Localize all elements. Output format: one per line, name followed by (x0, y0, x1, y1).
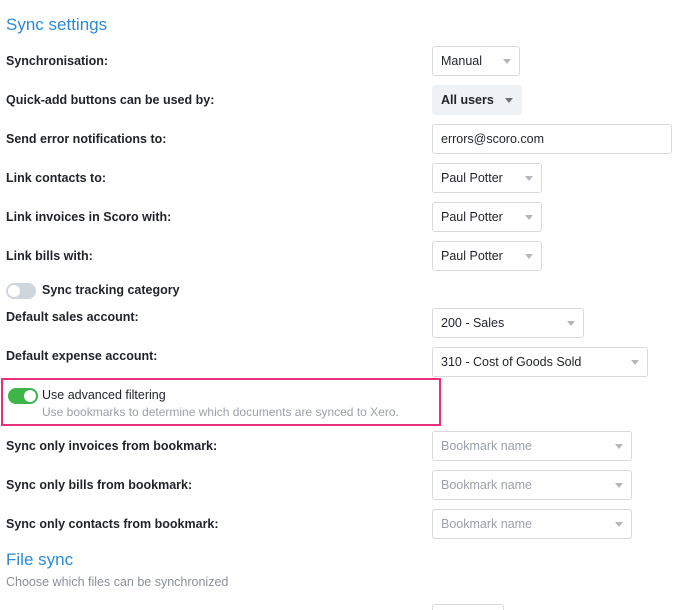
contacts-bookmark-placeholder: Bookmark name (441, 517, 533, 531)
default-expense-value: 310 - Cost of Goods Sold (441, 355, 582, 369)
invoices-bookmark-label: Sync only invoices from bookmark: (6, 439, 218, 453)
toggle-knob (8, 285, 20, 297)
chevron-down-icon (615, 522, 623, 527)
bills-bookmark-label: Sync only bills from bookmark: (6, 478, 193, 492)
chevron-down-icon (525, 176, 533, 181)
chevron-down-icon (567, 321, 575, 326)
link-invoices-value: Paul Potter (441, 210, 503, 224)
error-notifications-label: Send error notifications to: (6, 132, 167, 146)
default-sales-value: 200 - Sales (441, 316, 505, 330)
quick-add-value: All users (441, 93, 494, 107)
chevron-down-icon (525, 254, 533, 259)
chevron-down-icon (505, 98, 513, 103)
default-expense-label: Default expense account: (6, 349, 158, 363)
chevron-down-icon (631, 360, 639, 365)
contacts-bookmark-label: Sync only contacts from bookmark: (6, 517, 219, 531)
link-bills-label: Link bills with: (6, 249, 93, 263)
link-contacts-label: Link contacts to: (6, 171, 107, 185)
quick-add-select[interactable]: All users (432, 85, 522, 115)
advanced-filtering-toggle[interactable] (8, 388, 38, 404)
invoices-bookmark-placeholder: Bookmark name (441, 439, 533, 453)
link-bills-select[interactable]: Paul Potter (432, 241, 542, 271)
link-invoices-label: Link invoices in Scoro with: (6, 210, 172, 224)
sync-tracking-toggle[interactable] (6, 283, 36, 299)
invoices-bookmark-select[interactable]: Bookmark name (432, 431, 632, 461)
section-title-file-sync: File sync (6, 550, 74, 569)
error-notifications-input[interactable]: errors@scoro.com (432, 124, 672, 154)
advanced-filtering-label: Use advanced filtering (42, 388, 166, 402)
chevron-down-icon (525, 215, 533, 220)
quick-add-label: Quick-add buttons can be used by: (6, 93, 215, 107)
link-contacts-value: Paul Potter (441, 171, 503, 185)
synchronisation-label: Synchronisation: (6, 54, 109, 68)
default-sales-select[interactable]: 200 - Sales (432, 308, 584, 338)
default-sales-label: Default sales account: (6, 310, 139, 324)
file-sync-subtitle: Choose which files can be synchronized (6, 575, 229, 589)
link-invoices-select[interactable]: Paul Potter (432, 202, 542, 232)
bills-bookmark-select[interactable]: Bookmark name (432, 470, 632, 500)
toggle-knob (24, 390, 36, 402)
link-bills-value: Paul Potter (441, 249, 503, 263)
file-sync-select-partial[interactable] (432, 604, 504, 610)
default-expense-select[interactable]: 310 - Cost of Goods Sold (432, 347, 648, 377)
link-contacts-select[interactable]: Paul Potter (432, 163, 542, 193)
chevron-down-icon (503, 59, 511, 64)
synchronisation-value: Manual (441, 54, 482, 68)
bills-bookmark-placeholder: Bookmark name (441, 478, 533, 492)
advanced-filtering-description: Use bookmarks to determine which documen… (42, 405, 399, 419)
chevron-down-icon (615, 444, 623, 449)
section-title-sync-settings: Sync settings (6, 15, 108, 34)
sync-tracking-label: Sync tracking category (42, 283, 180, 297)
chevron-down-icon (615, 483, 623, 488)
contacts-bookmark-select[interactable]: Bookmark name (432, 509, 632, 539)
synchronisation-select[interactable]: Manual (432, 46, 520, 76)
error-notifications-value: errors@scoro.com (441, 132, 544, 146)
